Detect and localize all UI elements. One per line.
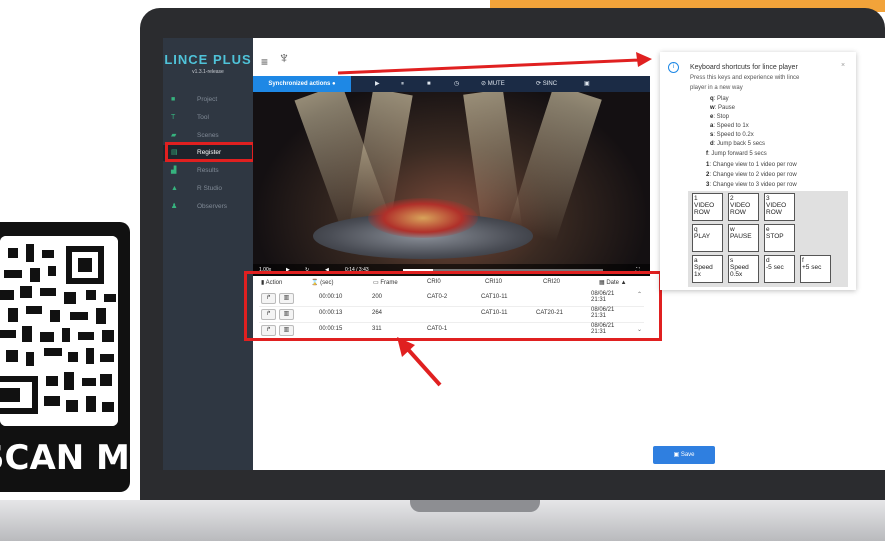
- annotation-arrows: [337, 52, 652, 387]
- arrow-line-top: [337, 58, 641, 75]
- arrow-line-bottom: [403, 344, 442, 387]
- arrow-head-top: [636, 52, 652, 67]
